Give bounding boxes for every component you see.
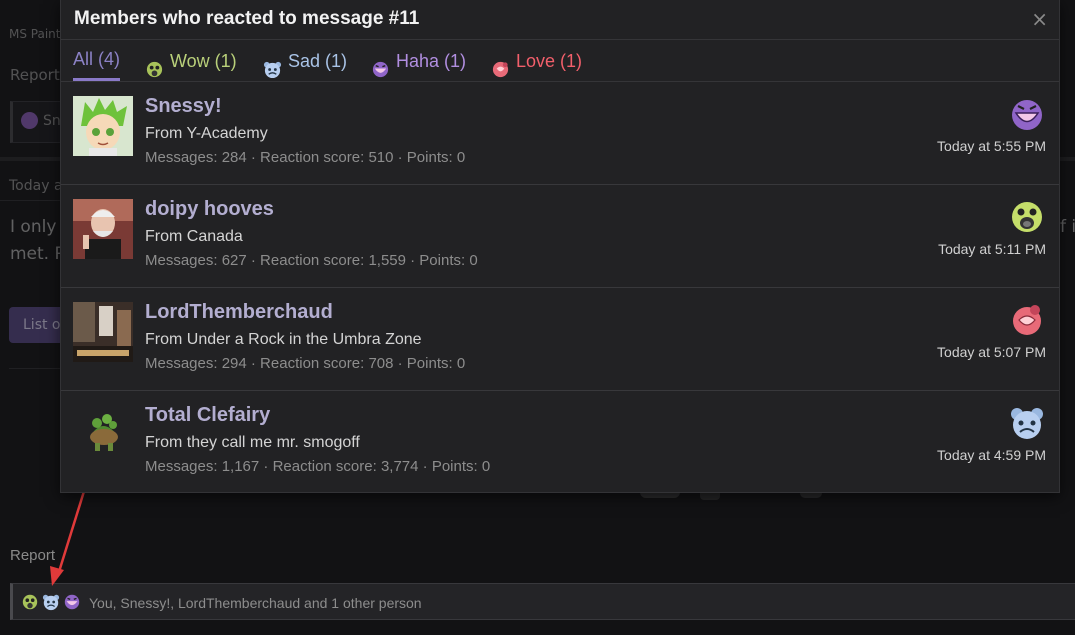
reaction-time[interactable]: Today at 5:11 PM — [938, 241, 1046, 257]
tab-label: Love (1) — [516, 50, 583, 71]
reaction-time[interactable]: Today at 4:59 PM — [937, 447, 1046, 463]
member-stats: Messages: 294 · Reaction score: 708 · Po… — [145, 355, 466, 372]
wow-icon — [145, 51, 164, 78]
tab-label: Sad (1) — [288, 50, 348, 71]
tab-all[interactable]: All (4) — [73, 40, 121, 81]
reactions-summary-link[interactable]: You, Snessy!, LordThemberchaud and 1 oth… — [89, 595, 422, 611]
modal-header: Members who reacted to message #11 × — [61, 0, 1059, 40]
member-name[interactable]: Snessy! — [145, 95, 222, 118]
member-name[interactable]: LordThemberchaud — [145, 301, 333, 324]
tab-label: All (4) — [73, 49, 121, 69]
haha-icon — [1009, 96, 1045, 132]
member-location: From they call me mr. smogoff — [145, 434, 360, 451]
reactions-bar-icons — [21, 593, 81, 611]
tab-label: Wow (1) — [170, 50, 237, 71]
tab-label: Haha (1) — [396, 50, 467, 71]
haha-icon — [371, 51, 390, 78]
avatar[interactable] — [73, 405, 133, 465]
love-icon — [491, 51, 510, 78]
members-list: Snessy! From Y-Academy Messages: 284 · R… — [61, 82, 1059, 493]
reaction-time[interactable]: Today at 5:55 PM — [937, 138, 1046, 154]
list-item: Snessy! From Y-Academy Messages: 284 · R… — [61, 82, 1059, 185]
reactions-bar[interactable]: You, Snessy!, LordThemberchaud and 1 oth… — [10, 583, 1075, 620]
tab-love[interactable]: Love (1) — [491, 40, 582, 81]
member-stats: Messages: 1,167 · Reaction score: 3,774 … — [145, 458, 491, 475]
haha-icon — [63, 593, 81, 611]
avatar[interactable] — [73, 302, 133, 362]
member-location: From Y-Academy — [145, 125, 268, 142]
tab-sad[interactable]: Sad (1) — [263, 40, 347, 81]
avatar[interactable] — [73, 96, 133, 156]
sad-icon — [42, 593, 60, 611]
reactions-modal: Members who reacted to message #11 × All… — [60, 0, 1060, 493]
sad-icon — [1009, 405, 1045, 441]
list-item: Total Clefairy From they call me mr. smo… — [61, 391, 1059, 493]
modal-title: Members who reacted to message #11 — [74, 8, 420, 29]
member-stats: Messages: 284 · Reaction score: 510 · Po… — [145, 149, 466, 166]
close-icon[interactable]: × — [1031, 7, 1048, 31]
avatar[interactable] — [73, 199, 133, 259]
reaction-time[interactable]: Today at 5:07 PM — [937, 344, 1046, 360]
report-link[interactable]: Report — [10, 547, 55, 564]
reaction-tabs: All (4) Wow (1) Sad (1) Haha (1) Love (1… — [61, 40, 1059, 82]
list-item: LordThemberchaud From Under a Rock in th… — [61, 288, 1059, 391]
love-icon — [1009, 302, 1045, 338]
wow-icon — [1009, 199, 1045, 235]
member-name[interactable]: Total Clefairy — [145, 404, 270, 427]
wow-icon — [21, 593, 39, 611]
tab-haha[interactable]: Haha (1) — [371, 40, 466, 81]
member-location: From Canada — [145, 228, 243, 245]
list-item: doipy hooves From Canada Messages: 627 ·… — [61, 185, 1059, 288]
member-name[interactable]: doipy hooves — [145, 198, 274, 221]
member-stats: Messages: 627 · Reaction score: 1,559 · … — [145, 252, 478, 269]
member-location: From Under a Rock in the Umbra Zone — [145, 331, 422, 348]
sad-icon — [263, 51, 282, 79]
tab-wow[interactable]: Wow (1) — [145, 40, 237, 81]
